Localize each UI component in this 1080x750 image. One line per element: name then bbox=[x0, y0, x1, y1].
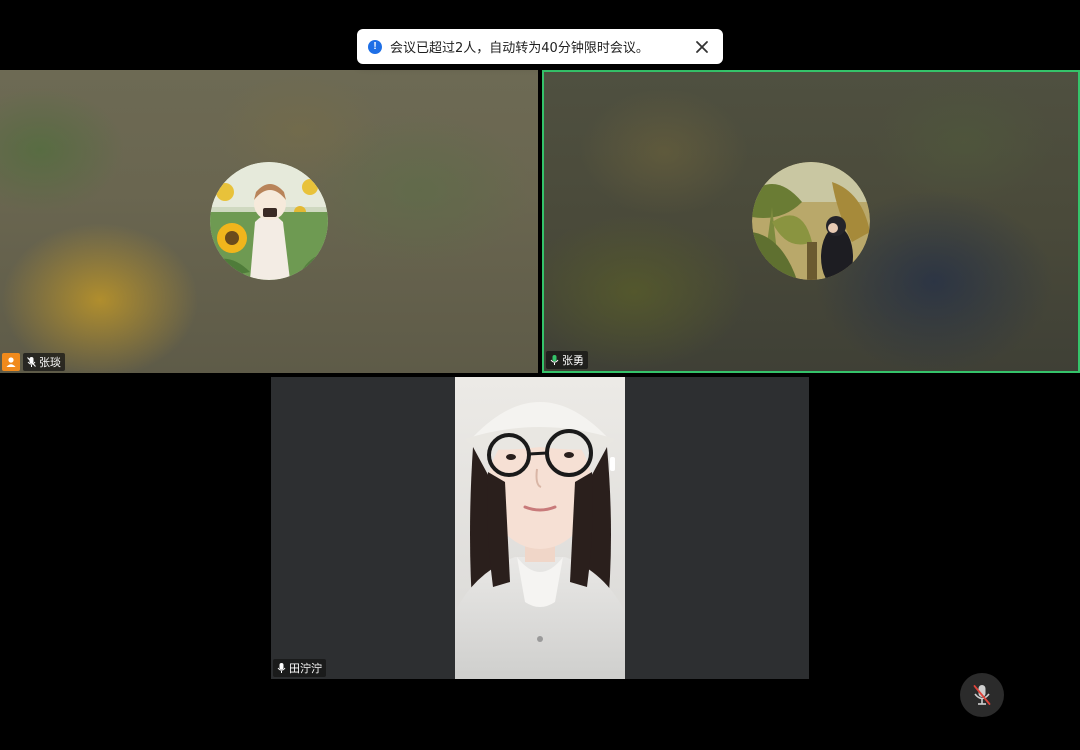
camera-video-feed bbox=[455, 377, 625, 679]
participant-nametag: 田泞泞 bbox=[273, 659, 326, 677]
microphone-muted-icon bbox=[973, 685, 991, 705]
participant-nametag: 张琰 bbox=[2, 353, 65, 371]
participant-nametag: 张勇 bbox=[546, 351, 588, 369]
close-icon[interactable] bbox=[693, 38, 711, 56]
video-tile-participant-1[interactable]: 张琰 bbox=[0, 70, 538, 373]
avatar-sunflower bbox=[210, 162, 328, 280]
microphone-icon bbox=[276, 659, 287, 678]
info-icon: ! bbox=[368, 39, 382, 54]
participant-name: 张琰 bbox=[39, 356, 61, 369]
avatar-plants bbox=[752, 162, 870, 280]
microphone-muted-icon bbox=[26, 353, 37, 372]
notification-toast: ! 会议已超过2人，自动转为40分钟限时会议。 bbox=[357, 29, 723, 64]
notification-message: 会议已超过2人，自动转为40分钟限时会议。 bbox=[390, 41, 649, 56]
microphone-toggle-button[interactable] bbox=[960, 673, 1004, 717]
participant-name: 张勇 bbox=[562, 354, 584, 367]
video-tile-participant-3[interactable]: 田泞泞 bbox=[271, 377, 809, 679]
meeting-stage: ! 会议已超过2人，自动转为40分钟限时会议。 张琰 张勇 田泞泞 bbox=[0, 0, 1080, 750]
host-icon bbox=[2, 353, 20, 371]
participant-name: 田泞泞 bbox=[289, 662, 322, 675]
microphone-active-icon bbox=[549, 351, 560, 370]
video-tile-participant-2[interactable]: 张勇 bbox=[542, 70, 1080, 373]
